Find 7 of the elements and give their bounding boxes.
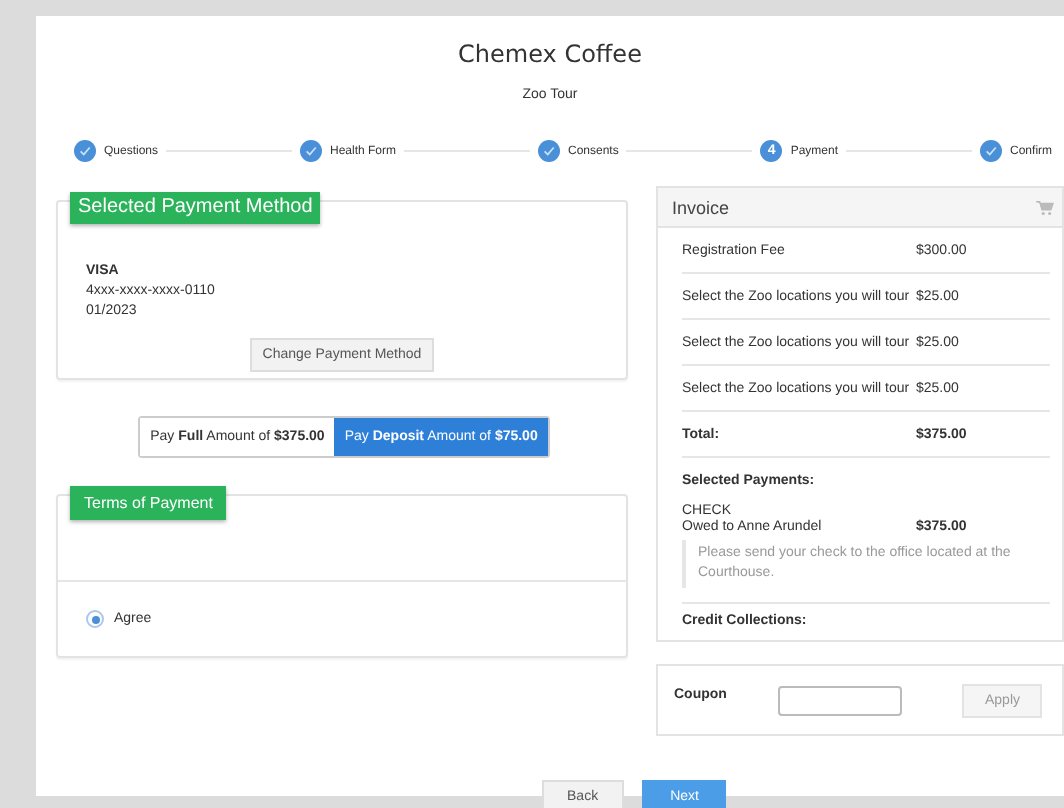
invoice-title: Invoice [672, 197, 730, 217]
cart-icon [1036, 199, 1054, 215]
section-heading: Terms of Payment [70, 486, 227, 520]
radio-button[interactable] [86, 610, 104, 628]
page-title: Chemex Coffee [458, 40, 642, 68]
section-heading: Selected Payment Method [70, 192, 321, 224]
coupon-field[interactable] [778, 685, 902, 715]
